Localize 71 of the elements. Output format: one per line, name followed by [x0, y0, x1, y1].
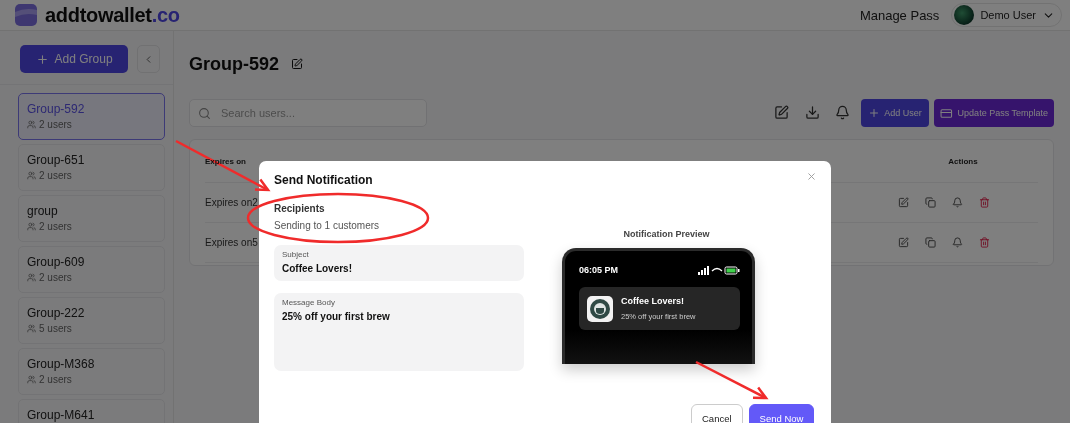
card-icon [940, 106, 953, 120]
group-name: Group-592 [27, 102, 86, 116]
message-input[interactable]: 25% off your first brew [282, 311, 516, 366]
group-name: Group-M368 [27, 357, 96, 371]
users-icon [27, 324, 36, 333]
bell-icon[interactable] [835, 105, 851, 121]
user-count-text: 2 users [39, 119, 72, 130]
field-label: Message Body [282, 298, 336, 307]
user-count-text: 2 users [39, 374, 72, 385]
trash-icon[interactable] [979, 237, 990, 248]
close-icon[interactable] [806, 171, 817, 182]
user-count-text: 5 users [39, 323, 72, 334]
group-item[interactable]: group 2 users [18, 195, 165, 242]
message-body-field[interactable]: Message Body 25% off your first brew [274, 293, 524, 371]
edit-icon[interactable] [774, 105, 790, 121]
download-icon[interactable] [805, 105, 821, 121]
table-cell-text: Expires on2 [205, 197, 259, 208]
wallet-logo-icon [15, 4, 37, 26]
brand-name: addtowallet.co [45, 3, 180, 27]
edit-icon[interactable] [898, 197, 909, 208]
subject-input[interactable]: Coffee Lovers! [282, 263, 516, 274]
plus-icon [868, 107, 881, 119]
bell-icon[interactable] [952, 197, 963, 208]
group-item[interactable]: Group-M641 [18, 399, 165, 423]
table-cell-text: Expires on5 [205, 237, 259, 248]
notification-title: Coffee Lovers! [621, 296, 685, 306]
group-name: group [27, 204, 59, 218]
add-group-button[interactable]: Add Group [20, 45, 129, 73]
user-count-text: 2 users [39, 170, 72, 181]
field-label: Subject [282, 250, 310, 259]
group-item[interactable]: Group-M368 2 users [18, 348, 165, 395]
copy-icon[interactable] [925, 237, 936, 248]
update-pass-template-button[interactable]: Update Pass Template [934, 99, 1054, 127]
avatar-icon [954, 5, 975, 25]
user-count-text: 2 users [39, 221, 72, 232]
recipients-label: Recipients [274, 203, 326, 214]
subject-field[interactable]: Subject Coffee Lovers! [274, 245, 524, 281]
send-now-button[interactable]: Send Now [748, 404, 815, 423]
bell-icon[interactable] [952, 237, 963, 248]
user-count-text: 2 users [39, 272, 72, 283]
group-item[interactable]: Group-592 2 users [18, 93, 165, 140]
group-title: Group-592 [189, 53, 280, 75]
plus-icon [35, 52, 49, 66]
group-item[interactable]: Group-609 2 users [18, 246, 165, 293]
group-name: Group-609 [27, 255, 86, 269]
copy-icon[interactable] [925, 197, 936, 208]
preview-title: Notification Preview [623, 229, 710, 239]
dialog-title: Send Notification [274, 173, 373, 189]
group-item[interactable]: Group-651 2 users [18, 144, 165, 191]
users-icon [27, 120, 36, 129]
column-header: Actions [947, 156, 979, 166]
cancel-button[interactable]: Cancel [691, 404, 743, 423]
group-name: Group-651 [27, 153, 86, 167]
group-name: Group-222 [27, 306, 86, 320]
users-icon [27, 222, 36, 231]
users-icon [27, 375, 36, 384]
recipients-text: Sending to 1 customers [274, 220, 381, 231]
phone-time: 06:05 PM [579, 265, 619, 275]
search-icon [198, 106, 211, 120]
status-icons [698, 265, 740, 275]
trash-icon[interactable] [979, 197, 990, 208]
user-menu[interactable]: Demo User [951, 3, 1062, 27]
group-name: Group-M641 [27, 408, 96, 422]
manage-pass-link[interactable]: Manage Pass [859, 7, 940, 23]
users-icon [27, 273, 36, 282]
app-icon [587, 295, 613, 322]
edit-icon[interactable] [898, 237, 909, 248]
edit-icon [291, 58, 304, 70]
users-icon [27, 171, 36, 180]
group-item[interactable]: Group-222 5 users [18, 297, 165, 344]
add-user-button[interactable]: Add User [861, 99, 929, 127]
